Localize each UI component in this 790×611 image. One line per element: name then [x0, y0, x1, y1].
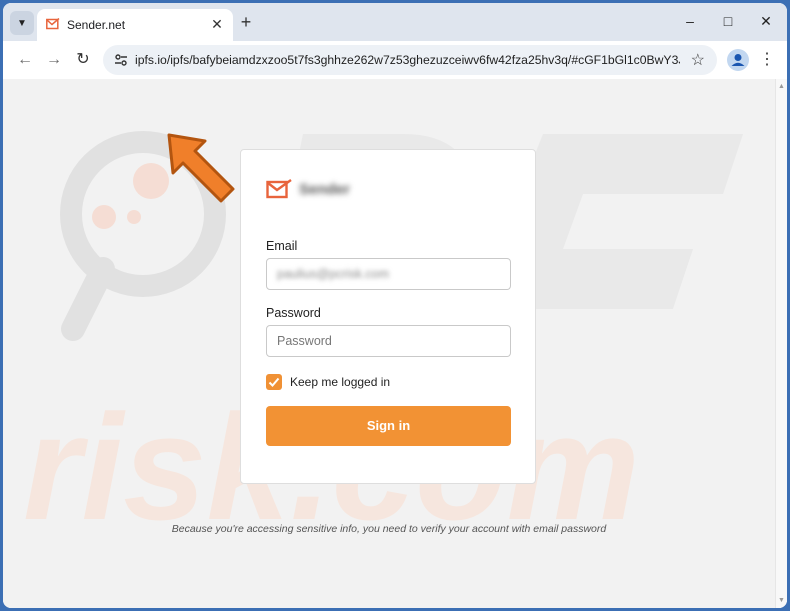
password-field[interactable]: Password — [266, 325, 511, 357]
minimize-icon[interactable]: – — [682, 13, 698, 29]
tab-strip: ▼ Sender.net ✕ + – □ ✕ — [3, 3, 787, 41]
close-icon[interactable]: ✕ — [209, 16, 225, 32]
url-text[interactable]: ipfs.io/ipfs/bafybeiamdzxzoo5t7fs3ghhze2… — [135, 53, 680, 67]
browser-window: ▼ Sender.net ✕ + – □ ✕ ← → ↻ ipfs.io/ipf… — [3, 3, 787, 608]
star-icon[interactable]: ☆ — [691, 50, 705, 70]
envelope-check-icon — [266, 179, 292, 199]
three-dots-icon[interactable]: ⋮ — [759, 49, 775, 71]
plus-icon[interactable]: + — [236, 12, 256, 32]
scroll-down-icon[interactable]: ▼ — [778, 597, 785, 604]
brand-name: Sender — [299, 181, 350, 198]
reload-icon[interactable]: ↻ — [72, 49, 94, 71]
email-label: Email — [266, 239, 298, 253]
browser-tab[interactable]: Sender.net ✕ — [37, 9, 233, 41]
remember-checkbox[interactable] — [266, 374, 282, 390]
password-label: Password — [266, 306, 321, 320]
envelope-check-icon — [46, 18, 60, 30]
verification-notice: Because you're accessing sensitive info,… — [171, 523, 607, 535]
window-close-icon[interactable]: ✕ — [758, 13, 774, 29]
email-field[interactable]: paulius@pcrisk.com — [266, 258, 511, 290]
email-value: paulius@pcrisk.com — [277, 267, 390, 281]
page-content: risk.com Sender Email paulius@pcrisk.com… — [3, 79, 787, 608]
arrow-left-icon[interactable]: ← — [14, 49, 36, 71]
tune-icon[interactable] — [113, 52, 129, 68]
maximize-icon[interactable]: □ — [720, 13, 736, 29]
arrow-pointer-graphic — [167, 133, 235, 203]
check-icon — [268, 377, 280, 387]
toolbar: ← → ↻ ipfs.io/ipfs/bafybeiamdzxzoo5t7fs3… — [3, 41, 787, 79]
arrow-right-icon[interactable]: → — [43, 49, 65, 71]
chevron-down-icon[interactable]: ▼ — [10, 11, 34, 35]
remember-label[interactable]: Keep me logged in — [290, 375, 390, 389]
tab-title: Sender.net — [67, 18, 126, 32]
scrollbar[interactable]: ▲ ▼ — [775, 79, 787, 608]
address-bar[interactable]: ipfs.io/ipfs/bafybeiamdzxzoo5t7fs3ghhze2… — [103, 45, 717, 75]
login-card: Sender Email paulius@pcrisk.com Password… — [240, 149, 536, 484]
password-placeholder: Password — [277, 334, 332, 348]
scroll-up-icon[interactable]: ▲ — [778, 83, 785, 90]
sign-in-button[interactable]: Sign in — [266, 406, 511, 446]
person-icon[interactable] — [727, 49, 749, 71]
